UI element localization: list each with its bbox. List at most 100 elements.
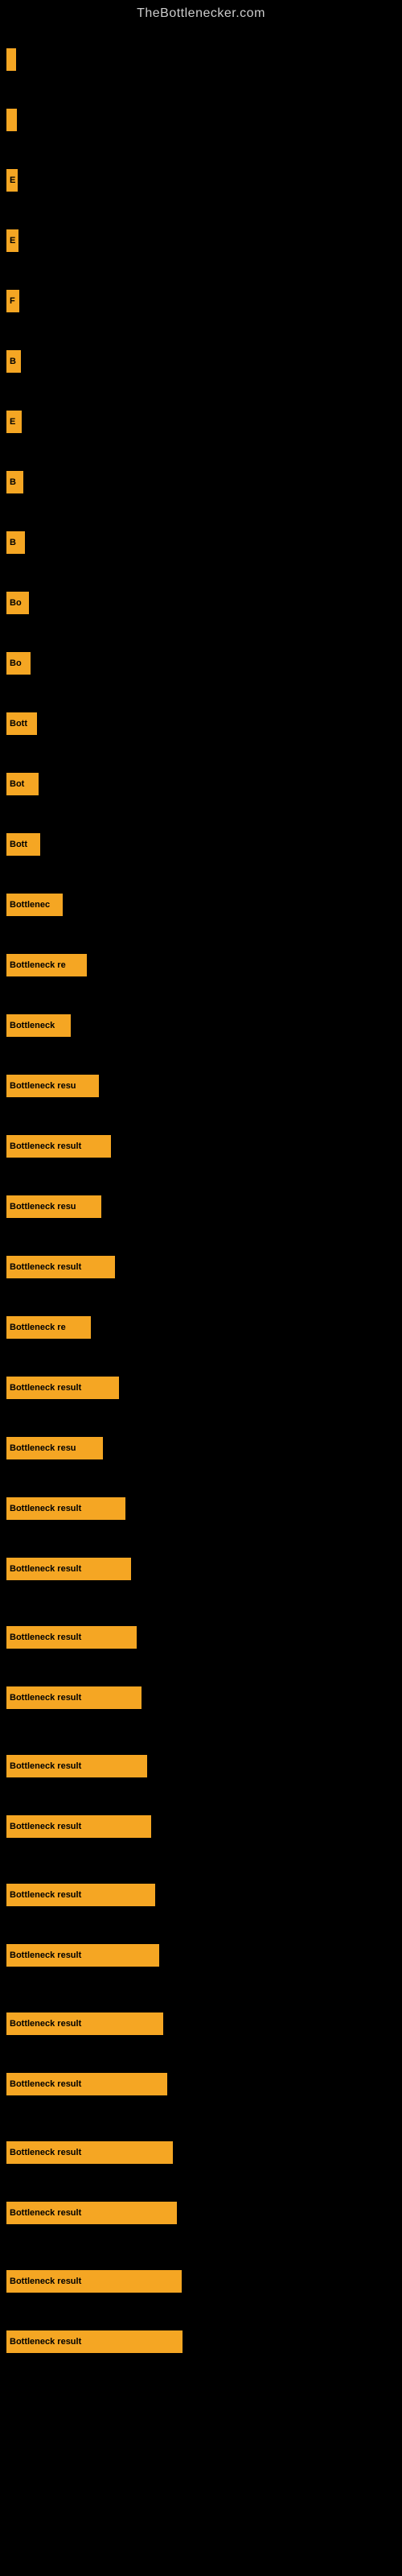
bar-spacer [6,2165,402,2202]
bar-label: Bottleneck result [10,2019,81,2029]
bar: Bottleneck result [6,1558,131,1580]
bar: Bottlenec [6,894,63,916]
bar-row: Bott [6,833,402,856]
bar-label: Bottleneck result [10,1504,81,1513]
bar-spacer [6,857,402,894]
bar-row: Bottleneck result [6,2202,402,2224]
bar: Bot [6,773,39,795]
bar: Bottleneck result [6,2141,173,2164]
bar-label: Bottleneck result [10,2208,81,2218]
bar-label: Bottleneck result [10,1951,81,1960]
bar: Bo [6,592,29,614]
bar-label: Bottleneck result [10,2079,81,2089]
bar-spacer [6,1521,402,1558]
bar-spacer [6,978,402,1014]
bar-row: Bottleneck result [6,2013,402,2035]
bar-spacer [6,254,402,290]
bar-spacer [6,555,402,592]
bar-row: Bottleneck result [6,1135,402,1158]
bar: Bottleneck resu [6,1195,101,1218]
bar: Bottleneck re [6,1316,91,1339]
bar-row: Bottleneck result [6,1755,402,1777]
bar-label: B [10,477,16,487]
bar-row: Bottleneck result [6,2073,402,2095]
bar-row: Bottleneck result [6,1256,402,1278]
bar-label: Bottleneck resu [10,1081,76,1091]
bar-spacer [6,1582,402,1626]
bar-spacer [6,676,402,712]
bar-label: Bottleneck result [10,1564,81,1574]
bars-container: E E F B E B B Bo Bo Bott Bot Bott Bottlenec Bottlenec… [0,24,402,2363]
bar-label: B [10,357,16,366]
bar-label: Bott [10,840,27,849]
bar-spacer [6,314,402,350]
bar-spacer [6,797,402,833]
bar: Bottleneck result [6,2073,167,2095]
bar-label: Bottleneck [10,1021,55,1030]
bar: Bottleneck result [6,2202,177,2224]
bar-row: Bottleneck result [6,2141,402,2164]
bar-spacer [6,1280,402,1316]
bar-label: Bottleneck result [10,1262,81,1272]
bar-label: Bottleneck result [10,1141,81,1151]
bar-row: Bo [6,592,402,614]
bar-row: Bottleneck result [6,1497,402,1520]
bar-label: E [10,417,15,427]
bar-spacer [6,1779,402,1815]
bar: Bottleneck result [6,1815,151,1838]
bar: Bottleneck result [6,1884,155,1906]
bar-label: F [10,296,15,306]
bar-label: Bottleneck result [10,1890,81,1900]
bar-row: Bottleneck result [6,2270,402,2293]
bar-spacer [6,374,402,411]
bar-label: Bottleneck result [10,2148,81,2157]
bar-label: Bottleneck result [10,1822,81,1831]
bar-label: Bottleneck result [10,2337,81,2347]
bar-row: B [6,471,402,493]
bar-label: Bottleneck re [10,960,66,970]
bar-label: Bottleneck result [10,1383,81,1393]
bar-label: Bottleneck resu [10,1443,76,1453]
bar-spacer [6,2097,402,2141]
bar-spacer [6,2037,402,2073]
bar-row: Bottleneck re [6,1316,402,1339]
bar-row [6,109,402,131]
bar: Bottleneck result [6,1256,115,1278]
bar-spacer [6,2226,402,2270]
bar-row: Bottleneck resu [6,1075,402,1097]
bar-label: E [10,175,15,185]
bar-spacer [6,2294,402,2330]
bar-row: B [6,531,402,554]
bar-spacer [6,1099,402,1135]
bar: Bottleneck result [6,1755,147,1777]
bar-row: Bottleneck result [6,2330,402,2353]
bar-row: Bottleneck [6,1014,402,1037]
bar-row: E [6,229,402,252]
bar: Bottleneck result [6,1135,111,1158]
bar: Bottleneck result [6,1377,119,1399]
bar-label: Bot [10,779,24,789]
bar: Bottleneck result [6,1686,142,1709]
bar: E [6,169,18,192]
bar-label: Bottleneck result [10,1633,81,1642]
bar-label: E [10,236,15,246]
bar-label: Bottleneck result [10,1761,81,1771]
bar-label: Bo [10,598,22,608]
bar-row: Bott [6,712,402,735]
site-title: TheBottlenecker.com [0,0,402,24]
bar-spacer [6,1711,402,1755]
bar-row: Bottleneck result [6,1558,402,1580]
bar-row: E [6,169,402,192]
bar: Bo [6,652,31,675]
bar: B [6,471,23,493]
bar-spacer [6,1159,402,1195]
bar: Bottleneck result [6,1497,125,1520]
bar: Bottleneck re [6,954,87,976]
bar: Bottleneck result [6,1944,159,1967]
bar-row: Bottlenec [6,894,402,916]
bar: E [6,411,22,433]
bar-spacer [6,193,402,229]
bar-label: Bottlenec [10,900,50,910]
bar-row: Bottleneck result [6,1626,402,1649]
bar: Bottleneck resu [6,1075,99,1097]
